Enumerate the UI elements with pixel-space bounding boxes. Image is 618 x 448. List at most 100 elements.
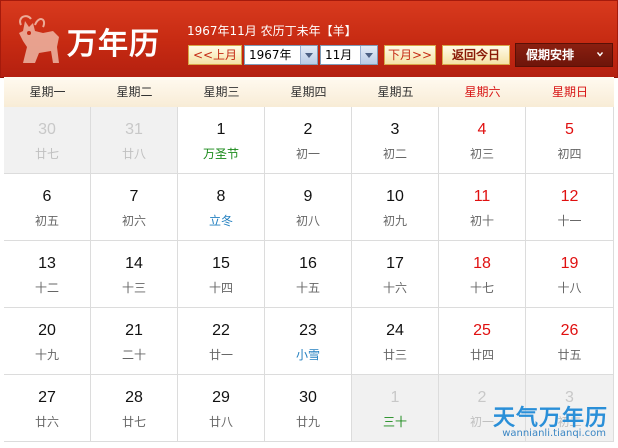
day-number: 23	[299, 322, 317, 339]
lunar-date: 初三	[469, 147, 494, 161]
weekday-label: 星期一	[29, 85, 66, 99]
calendar-day-cell[interactable]: 5 初四	[526, 107, 614, 174]
calendar-day-cell[interactable]: 25 廿四	[439, 308, 526, 375]
calendar-day-cell[interactable]: 13 十二	[4, 241, 91, 308]
calendar-day-cell[interactable]: 24 廿三	[352, 308, 439, 375]
calendar-day-cell[interactable]: 16 十五	[265, 241, 352, 308]
calendar-day-cell[interactable]: 27 廿六	[4, 375, 91, 442]
lunar-date: 立冬	[208, 214, 233, 228]
lunar-date: 十七	[469, 281, 494, 295]
prev-month-button[interactable]: <<上月	[188, 45, 242, 65]
lunar-date: 廿八	[208, 415, 233, 429]
day-number: 1	[216, 121, 226, 138]
lunar-date: 初五	[34, 214, 59, 228]
day-number: 16	[299, 255, 317, 272]
chevron-down-icon	[597, 52, 603, 57]
year-select[interactable]: 1967年	[244, 45, 318, 65]
lunar-date: 廿四	[469, 348, 494, 362]
calendar-header: 万年历 1967年11月 农历丁未年【羊】 <<上月 1967年 11月 下月>…	[0, 0, 618, 78]
calendar-day-cell[interactable]: 15 十四	[178, 241, 265, 308]
calendar-day-cell[interactable]: 28 廿七	[91, 375, 178, 442]
weekday-label: 星期五	[377, 85, 414, 99]
day-number: 5	[565, 121, 574, 138]
calendar-day-cell[interactable]: 29 廿八	[178, 375, 265, 442]
calendar-day-cell[interactable]: 18 十七	[439, 241, 526, 308]
calendar-day-cell[interactable]: 22 廿一	[178, 308, 265, 375]
next-month-button[interactable]: 下月>>	[384, 45, 436, 65]
day-number: 20	[38, 322, 56, 339]
holiday-schedule-label: 假期安排	[526, 48, 575, 62]
calendar-day-cell[interactable]: 9 初八	[265, 174, 352, 241]
site-watermark: 天气万年历 wannianli.tianqi.com	[482, 400, 616, 444]
day-number: 24	[386, 322, 404, 339]
lunar-date: 廿七	[34, 147, 59, 161]
lunar-date: 廿五	[557, 348, 582, 362]
day-number: 8	[216, 188, 226, 205]
calendar-day-cell[interactable]: 1 三十	[352, 375, 439, 442]
calendar-day-cell[interactable]: 2 初一	[265, 107, 352, 174]
day-number: 27	[38, 389, 56, 406]
lunar-date: 廿七	[121, 415, 146, 429]
weekday-label: 星期二	[116, 85, 153, 99]
calendar-day-cell[interactable]: 31 廿八	[91, 107, 178, 174]
day-number: 30	[299, 389, 317, 406]
day-number: 7	[129, 188, 139, 205]
day-number: 31	[125, 121, 143, 138]
lunar-date: 十八	[557, 281, 582, 295]
calendar-widget: 万年历 1967年11月 农历丁未年【羊】 <<上月 1967年 11月 下月>…	[0, 0, 618, 448]
lunar-date: 十二	[34, 281, 59, 295]
day-number: 15	[212, 255, 230, 272]
app-title: 万年历	[67, 27, 160, 62]
calendar-day-cell[interactable]: 7 初六	[91, 174, 178, 241]
lunar-date: 十四	[208, 281, 233, 295]
holiday-schedule-menu[interactable]: 假期安排	[515, 43, 613, 67]
calendar-day-cell[interactable]: 21 二十	[91, 308, 178, 375]
day-number: 29	[212, 389, 230, 406]
calendar-day-cell[interactable]: 8 立冬	[178, 174, 265, 241]
lunar-date: 廿三	[382, 348, 407, 362]
calendar-day-cell[interactable]: 23 小雪	[265, 308, 352, 375]
day-number: 25	[473, 322, 491, 339]
weekday-label: 星期六	[464, 85, 501, 99]
calendar-grid: 30 廿七 31 廿八 1 万圣节 2 初一 3 初二 4 初三 5 初四 6 初五 7 初六 8 立冬 9 初八 10 初九…	[4, 107, 614, 442]
calendar-day-cell[interactable]: 19 十八	[526, 241, 614, 308]
day-number: 3	[390, 121, 400, 138]
day-number: 13	[38, 255, 56, 272]
calendar-day-cell[interactable]: 30 廿七	[4, 107, 91, 174]
lunar-date: 十九	[34, 348, 59, 362]
weekday-header: 星期一 星期二 星期三 星期四 星期五 星期六 星期日	[4, 77, 614, 108]
lunar-date: 小雪	[295, 348, 320, 362]
calendar-day-cell[interactable]: 4 初三	[439, 107, 526, 174]
day-number: 14	[125, 255, 143, 272]
lunar-date: 三十	[382, 415, 407, 429]
calendar-day-cell[interactable]: 12 十一	[526, 174, 614, 241]
lunar-date: 廿九	[295, 415, 320, 429]
day-number: 19	[560, 255, 579, 272]
chevron-down-icon[interactable]	[360, 46, 377, 64]
calendar-day-cell[interactable]: 6 初五	[4, 174, 91, 241]
day-number: 11	[473, 188, 491, 205]
calendar-day-cell[interactable]: 26 廿五	[526, 308, 614, 375]
day-number: 22	[212, 322, 230, 339]
calendar-day-cell[interactable]: 3 初二	[352, 107, 439, 174]
calendar-day-cell[interactable]: 20 十九	[4, 308, 91, 375]
day-number: 1	[390, 389, 400, 406]
calendar-day-cell[interactable]: 1 万圣节	[178, 107, 265, 174]
day-number: 17	[386, 255, 404, 272]
back-to-today-button[interactable]: 返回今日	[442, 45, 510, 65]
calendar-day-cell[interactable]: 10 初九	[352, 174, 439, 241]
month-select[interactable]: 11月	[320, 45, 378, 65]
calendar-day-cell[interactable]: 14 十三	[91, 241, 178, 308]
calendar-day-cell[interactable]: 17 十六	[352, 241, 439, 308]
lunar-date: 廿六	[34, 415, 59, 429]
watermark-url: wannianli.tianqi.com	[502, 428, 606, 439]
day-number: 2	[303, 121, 313, 138]
day-number: 26	[560, 322, 579, 339]
calendar-day-cell[interactable]: 11 初十	[439, 174, 526, 241]
chevron-down-icon[interactable]	[300, 46, 317, 64]
day-number: 9	[303, 188, 313, 205]
day-number: 12	[560, 188, 579, 205]
calendar-day-cell[interactable]: 30 廿九	[265, 375, 352, 442]
day-number: 30	[38, 121, 56, 138]
day-number: 18	[473, 255, 491, 272]
